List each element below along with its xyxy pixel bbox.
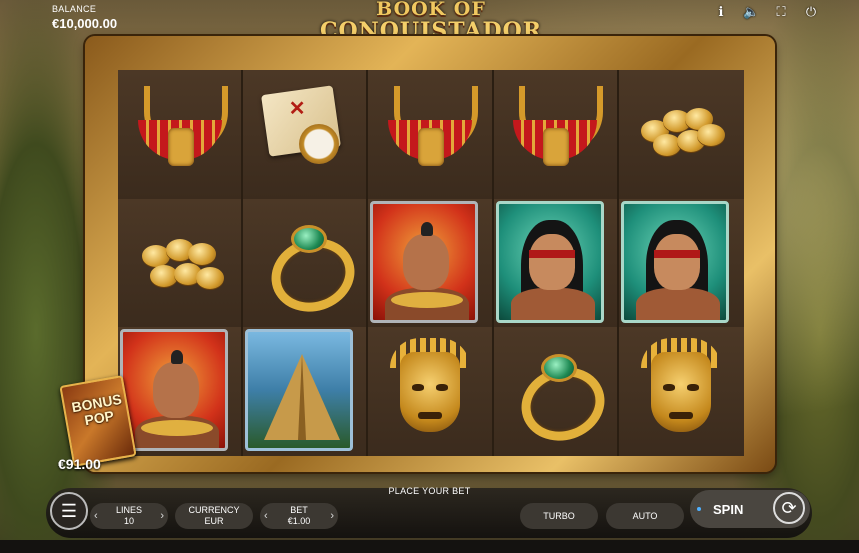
reel-cell: [368, 70, 494, 199]
status-indicator-dot: [697, 507, 701, 511]
auto-label: AUTO: [632, 511, 658, 521]
reel-cell: [118, 327, 244, 456]
balance-value: €10,000.00: [52, 16, 118, 31]
reel-cell: [118, 70, 244, 199]
lines-value: 10: [123, 516, 134, 526]
spin-button[interactable]: SPIN ⟳: [690, 490, 810, 528]
necklace-symbol: [505, 80, 605, 188]
bonus-amount: €91.00: [58, 456, 101, 472]
info-icon[interactable]: ℹ: [713, 4, 729, 20]
pyramid-card-symbol: [245, 329, 354, 452]
currency-label: CURRENCY: [188, 505, 240, 515]
turbo-button[interactable]: TURBO: [520, 503, 598, 529]
reel-grid: ✕: [118, 70, 744, 456]
bonus-pop-book[interactable]: BONUS POP €91.00: [56, 375, 137, 480]
golden-mask-symbol: [631, 337, 731, 446]
turbo-label: TURBO: [543, 511, 575, 521]
reel-cell: [493, 198, 619, 328]
coins-symbol: [631, 80, 731, 188]
warrior-card-symbol: [370, 200, 479, 323]
reel-cell: [493, 70, 619, 199]
top-toolbar: ℹ 🔈 ⛶ ⏻: [713, 4, 819, 20]
bet-value: €1.00: [287, 516, 311, 526]
balance-display: BALANCE €10,000.00: [52, 4, 117, 31]
coins-symbol: [130, 209, 230, 317]
spin-label: SPIN: [713, 502, 744, 517]
reel-cell: ✕: [243, 70, 369, 199]
fullscreen-icon[interactable]: ⛶: [773, 4, 789, 20]
currency-selector[interactable]: CURRENCY EUR: [175, 503, 253, 529]
balance-label: BALANCE: [52, 4, 97, 14]
logo-line-1: BOOK OF: [376, 0, 486, 20]
lines-selector[interactable]: ‹ LINES 10 ›: [90, 503, 168, 529]
menu-button[interactable]: ☰: [50, 492, 88, 530]
reel-cell: [243, 198, 369, 328]
bet-display: BET €1.00: [288, 505, 311, 527]
bet-label: BET: [290, 505, 308, 515]
emerald-ring-symbol: [255, 209, 364, 323]
reel-cell: [618, 327, 744, 456]
lines-display: LINES 10: [116, 505, 142, 527]
woman-card-symbol: [495, 200, 604, 323]
woman-card-symbol: [620, 200, 729, 323]
emerald-ring-symbol: [505, 338, 615, 451]
reel-cell: [243, 327, 369, 456]
bottom-strip: [0, 540, 859, 553]
reel-cell: [618, 198, 744, 328]
reel-cell: [493, 327, 619, 456]
lines-increase-icon[interactable]: ›: [160, 503, 164, 529]
hamburger-icon: ☰: [60, 500, 78, 521]
currency-display: CURRENCY EUR: [188, 505, 239, 527]
currency-value: EUR: [204, 516, 224, 526]
bet-decrease-icon[interactable]: ‹: [264, 503, 268, 529]
auto-button[interactable]: AUTO: [606, 503, 684, 529]
power-icon[interactable]: ⏻: [803, 4, 819, 20]
reel-cell: [618, 70, 744, 199]
reel-cell: [118, 198, 244, 328]
sound-icon[interactable]: 🔈: [743, 4, 759, 20]
bet-selector[interactable]: ‹ BET €1.00 ›: [260, 503, 338, 529]
reel-cell: [368, 198, 494, 328]
lines-decrease-icon[interactable]: ‹: [94, 503, 98, 529]
golden-mask-symbol: [380, 337, 480, 446]
necklace-symbol: [380, 80, 480, 188]
map-compass-symbol: ✕: [255, 80, 355, 188]
necklace-symbol: [130, 80, 230, 188]
warrior-card-symbol: [120, 329, 228, 452]
spin-icon: ⟳: [773, 492, 805, 524]
bet-increase-icon[interactable]: ›: [330, 503, 334, 529]
reel-cell: [368, 327, 494, 456]
lines-label: LINES: [115, 505, 142, 515]
